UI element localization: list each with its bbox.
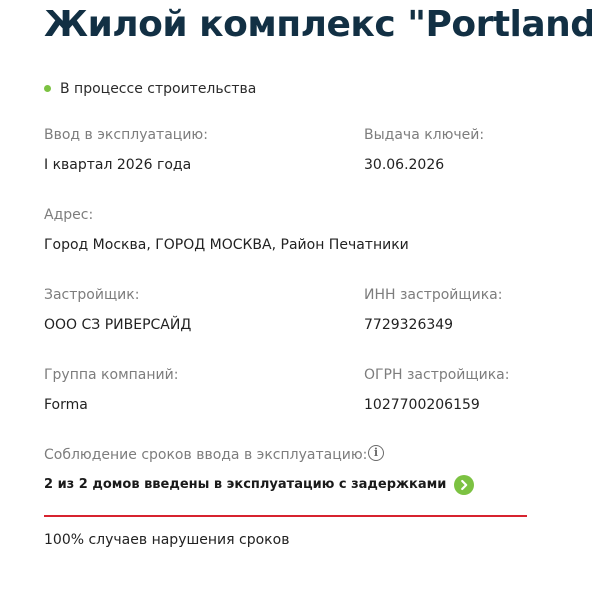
construction-status: В процессе строительства bbox=[44, 79, 256, 99]
deadlines-label: Соблюдение сроков ввода в эксплуатацию: bbox=[44, 447, 368, 463]
address-label: Адрес: bbox=[44, 207, 94, 223]
chevron-right-icon[interactable] bbox=[454, 475, 475, 495]
inn-value: 7729326349 bbox=[364, 317, 454, 333]
info-icon[interactable]: i bbox=[368, 445, 384, 461]
ogrn-label: ОГРН застройщика: bbox=[364, 367, 510, 383]
delays-summary-link[interactable]: 2 из 2 домов введены в эксплуатацию с за… bbox=[44, 475, 475, 495]
status-dot-icon bbox=[44, 85, 51, 92]
status-text: В процессе строительства bbox=[60, 81, 257, 97]
keys-label: Выдача ключей: bbox=[364, 127, 485, 143]
violation-progress-bar bbox=[44, 515, 527, 517]
delays-summary-text: 2 из 2 домов введены в эксплуатацию с за… bbox=[44, 477, 447, 492]
violation-text: 100% случаев нарушения сроков bbox=[44, 532, 290, 548]
commissioning-value: I квартал 2026 года bbox=[44, 157, 192, 173]
address-value: Город Москва, ГОРОД МОСКВА, Район Печатн… bbox=[44, 237, 409, 253]
group-value: Forma bbox=[44, 397, 88, 413]
commissioning-label: Ввод в эксплуатацию: bbox=[44, 127, 208, 143]
inn-label: ИНН застройщика: bbox=[364, 287, 503, 303]
page-title: Жилой комплекс "Portland" bbox=[44, 4, 592, 45]
developer-value: ООО СЗ РИВЕРСАЙД bbox=[44, 317, 192, 333]
group-label: Группа компаний: bbox=[44, 367, 179, 383]
keys-value: 30.06.2026 bbox=[364, 157, 445, 173]
violation-progress-fill bbox=[44, 515, 527, 517]
ogrn-value: 1027700206159 bbox=[364, 397, 480, 413]
developer-label: Застройщик: bbox=[44, 287, 140, 303]
